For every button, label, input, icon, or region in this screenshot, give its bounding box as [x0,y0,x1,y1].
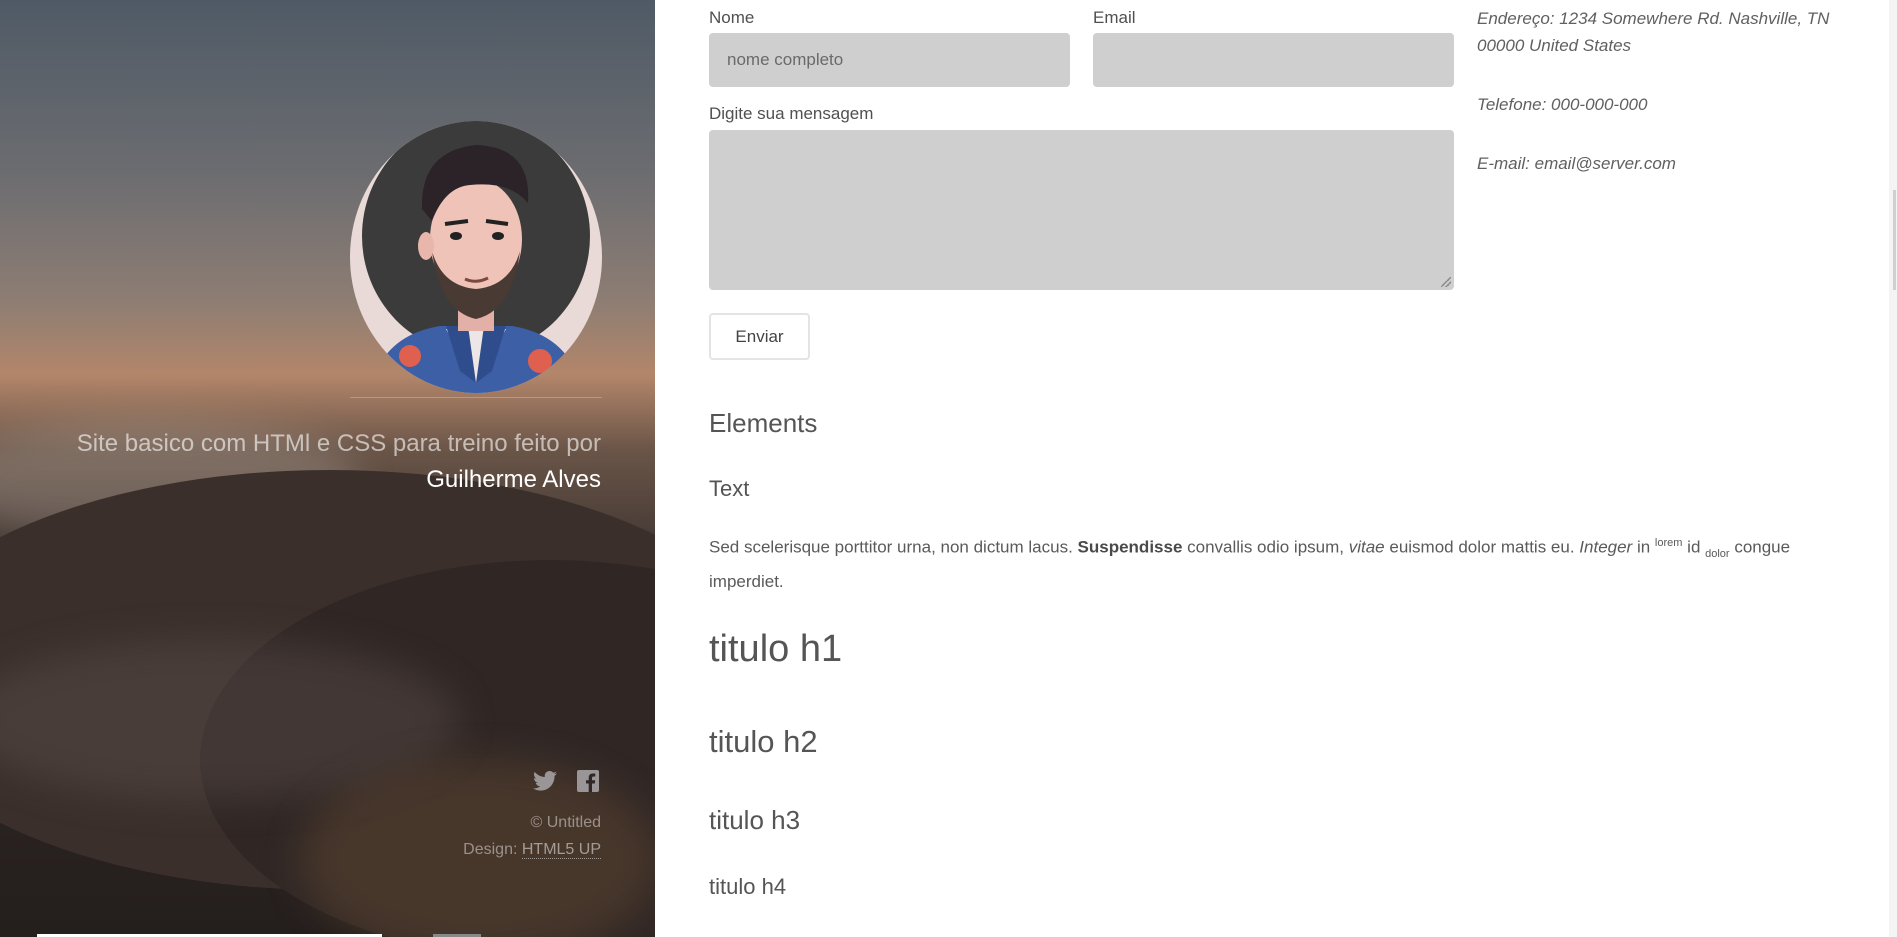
paragraph-superscript: lorem [1654,537,1683,549]
name-label: Nome [709,8,755,27]
paragraph-text: in [1632,537,1655,557]
heading-h4: titulo h4 [709,874,787,899]
design-label: Design: [463,841,518,858]
design-credit-link[interactable]: HTML5 UP [521,841,601,859]
name-input[interactable]: nome completo [709,33,1070,87]
paragraph-text: convallis odio ipsum, [1182,537,1349,557]
sidebar: Site basico com HTMl e CSS para treino f… [0,0,655,937]
heading-h3: titulo h3 [709,805,801,835]
send-button[interactable]: Enviar [709,313,810,360]
social-links [532,768,601,794]
paragraph-text: id [1682,537,1706,557]
scrollbar[interactable] [1889,0,1897,937]
paragraph-bold: Suspendisse [1077,537,1183,557]
sidebar-tagline: Site basico com HTMl e CSS para treino f… [21,426,601,498]
divider [350,397,602,398]
avatar-illustration [362,121,590,393]
copyright: © Untitled Design: HTML5 UP [463,809,601,863]
contact-email: E-mail: email@server.com [1477,154,1676,173]
paragraph-italic: vitae [1348,537,1385,557]
facebook-icon[interactable] [575,768,601,794]
paragraph-subscript: dolor [1705,548,1730,561]
elements-heading: Elements [709,408,818,438]
avatar [350,121,602,393]
email-label: Email [1093,8,1136,27]
email-input[interactable] [1093,33,1454,87]
paragraph-italic: Integer [1579,537,1633,557]
sample-paragraph: Sed scelerisque porttitor urna, non dict… [709,530,1859,595]
resize-handle-icon[interactable] [1441,277,1451,287]
copyright-text: © Untitled [530,814,601,831]
twitter-icon[interactable] [532,768,558,794]
contact-address: Endereço: 1234 Somewhere Rd. Nashville, … [1477,9,1830,55]
contact-phone: Telefone: 000-000-000 [1477,95,1648,114]
message-textarea[interactable] [709,130,1454,290]
text-heading: Text [709,476,750,501]
heading-h2: titulo h2 [709,724,818,759]
paragraph-text: Sed scelerisque porttitor urna, non dict… [709,537,1078,557]
main-content: Nome nome completo Email Digite sua mens… [655,0,1897,937]
scrollbar-thumb[interactable] [1893,190,1896,290]
message-label: Digite sua mensagem [709,104,874,123]
heading-h1: titulo h1 [709,628,843,670]
paragraph-text: euismod dolor mattis eu. [1384,537,1580,557]
author-name: Guilherme Alves [426,466,601,493]
tagline-text: Site basico com HTMl e CSS para treino f… [76,430,601,457]
